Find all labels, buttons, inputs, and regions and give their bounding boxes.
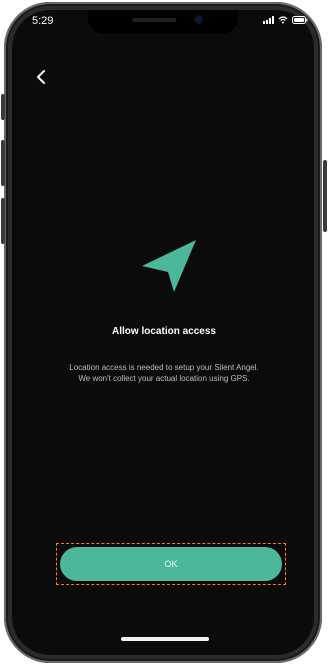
mute-switch	[1, 94, 5, 120]
description-line: We won't collect your actual location us…	[78, 374, 250, 383]
status-time: 5:29	[32, 15, 54, 27]
volume-down-button	[1, 198, 5, 244]
description: Location access is needed to setup your …	[0, 362, 328, 384]
battery-icon	[292, 16, 308, 24]
back-button[interactable]	[32, 64, 52, 88]
notch	[88, 10, 238, 34]
front-camera	[195, 16, 202, 23]
volume-up-button	[1, 140, 5, 186]
status-icons	[263, 16, 308, 24]
power-button	[323, 160, 327, 232]
description-line: Location access is needed to setup your …	[69, 363, 259, 372]
chevron-left-icon	[37, 70, 45, 84]
cellular-signal-icon	[263, 16, 274, 24]
speaker	[132, 18, 177, 22]
navigation-arrow-icon	[136, 238, 198, 294]
ok-button[interactable]: OK	[60, 547, 282, 581]
page-title: Allow location access	[112, 326, 216, 337]
home-indicator[interactable]	[121, 637, 209, 641]
wifi-icon	[278, 16, 288, 24]
